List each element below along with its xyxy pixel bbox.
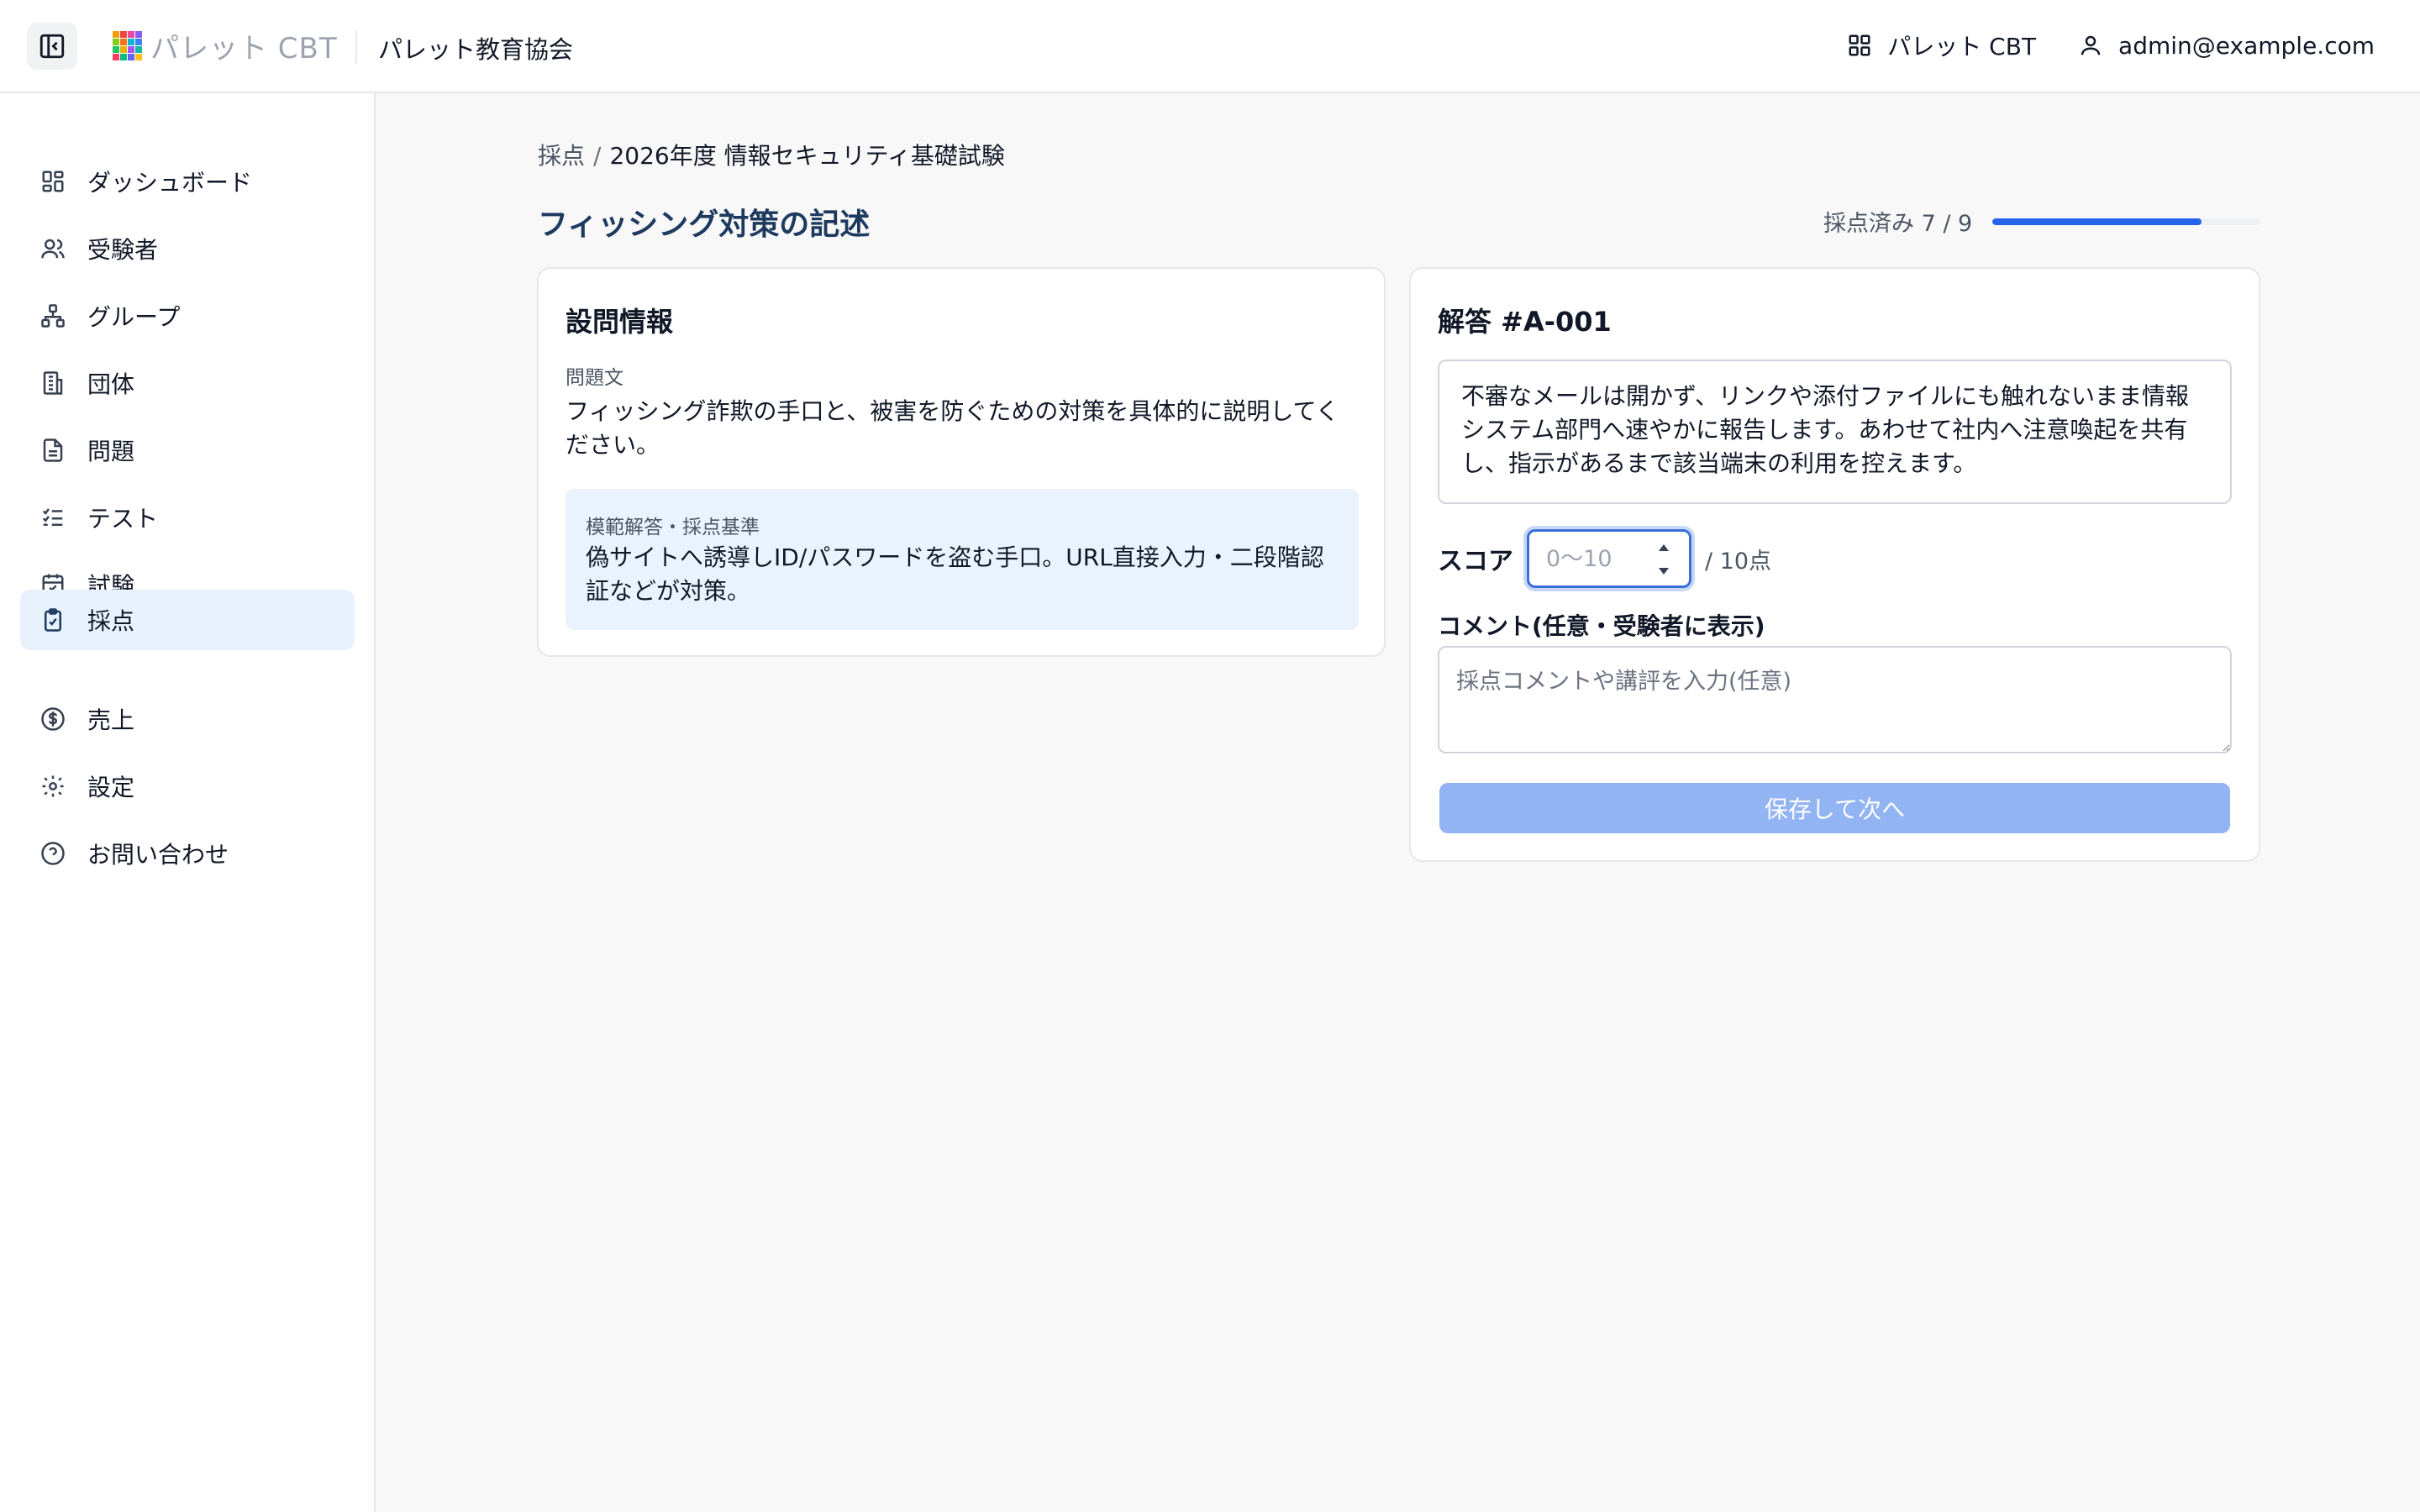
progress-bar-fill — [1992, 218, 2202, 225]
stepper-down-icon[interactable] — [1658, 567, 1670, 575]
document-icon — [43, 438, 63, 462]
sidebar-item-groups[interactable]: グループ — [20, 286, 355, 346]
app-switcher-label: パレット CBT — [1887, 33, 2037, 60]
users-icon — [41, 239, 65, 259]
answer-card-title: 解答 #A-001 — [1438, 306, 1612, 338]
breadcrumb-separator: / — [593, 142, 602, 170]
save-and-next-button[interactable]: 保存して次へ — [1439, 783, 2230, 833]
sidebar-item-label: 売上 — [87, 706, 135, 734]
question-info-card: 設問情報 問題文 フィッシング詐欺の手口と、被害を防ぐための対策を具体的に説明し… — [537, 267, 1386, 657]
score-max-label: / 10点 — [1705, 548, 1772, 575]
progress-label: 採点済み 7 / 9 — [1823, 211, 1973, 237]
score-stepper[interactable] — [1655, 543, 1672, 575]
building-icon — [43, 371, 63, 395]
sidebar-item-questions[interactable]: 問題 — [20, 420, 355, 480]
help-icon — [41, 842, 65, 865]
breadcrumb: 採点 /2026年度 情報セキュリティ基礎試験 — [538, 138, 1005, 171]
user-menu[interactable]: admin@example.com — [2078, 32, 2375, 60]
top-header: パレット CBT パレット教育協会 パレット CBT admin@example… — [0, 0, 2420, 93]
user-icon — [2081, 35, 2101, 55]
palette-logo-icon — [113, 30, 142, 60]
breadcrumb-root-link[interactable]: 採点 — [538, 142, 585, 170]
question-text-label: 問題文 — [566, 367, 623, 389]
breadcrumb-current: 2026年度 情報セキュリティ基礎試験 — [609, 142, 1005, 170]
sidebar-item-grading[interactable]: 採点 — [20, 590, 355, 650]
app-switcher-link[interactable]: パレット CBT — [1847, 29, 2036, 62]
progress-bar — [1992, 218, 2262, 225]
answer-card: 解答 #A-001 不審なメールは開かず、リンクや添付ファイルにも触れないまま情… — [1409, 267, 2260, 862]
question-card-title: 設問情報 — [566, 306, 674, 338]
comment-textarea[interactable] — [1438, 646, 2232, 753]
model-answer-text: 偽サイトへ誘導しID/パスワードを盗む手口。URL直接入力・二段階認証などが対策… — [586, 543, 1324, 605]
sidebar-item-examinees[interactable]: 受験者 — [20, 218, 355, 279]
sidebar-item-label: お問い合わせ — [87, 841, 229, 869]
score-label: スコア — [1438, 547, 1513, 576]
sidebar-item-organizations[interactable]: 団体 — [20, 353, 355, 413]
answer-text: 不審なメールは開かず、リンクや添付ファイルにも触れないまま情報システム部門へ速や… — [1438, 360, 2232, 504]
comment-label: コメント(任意・受験者に表示) — [1438, 612, 1765, 640]
grid-icon — [1849, 34, 1870, 56]
model-answer-label: 模範解答・採点基準 — [586, 517, 760, 538]
sidebar-toggle-button[interactable] — [27, 23, 77, 70]
sidebar-item-label: 採点 — [87, 607, 135, 635]
user-email: admin@example.com — [2118, 31, 2375, 60]
app-logo[interactable]: パレット CBT — [113, 29, 338, 66]
grading-progress: 採点済み 7 / 9 — [1823, 205, 2262, 238]
checklist-icon — [42, 508, 63, 526]
page-title: フィッシング対策の記述 — [538, 207, 871, 242]
score-row: スコア / 10点 — [1438, 529, 1771, 588]
sidebar-item-label: 問題 — [87, 438, 135, 465]
sidebar-item-contact[interactable]: お問い合わせ — [20, 823, 355, 884]
question-text: フィッシング詐欺の手口と、被害を防ぐための対策を具体的に説明してください。 — [566, 397, 1339, 459]
dashboard-icon — [42, 171, 64, 192]
sidebar-nav: ダッシュボード 受験者 グループ 団体 問題 テスト 試験 採点 売上 設定 お… — [0, 93, 376, 1512]
sidebar-item-label: 団体 — [87, 370, 135, 398]
logo-text: パレット CBT — [150, 31, 338, 66]
dollar-icon — [41, 707, 65, 731]
clipboard-check-icon — [45, 608, 61, 632]
model-answer-box: 模範解答・採点基準 偽サイトへ誘導しID/パスワードを盗む手口。URL直接入力・… — [566, 489, 1359, 630]
score-input[interactable] — [1546, 545, 1647, 572]
group-icon — [41, 304, 65, 328]
organization-name: パレット教育協会 — [378, 35, 574, 64]
sidebar-collapse-icon — [39, 34, 65, 59]
sidebar-item-label: 受験者 — [87, 236, 159, 264]
stepper-up-icon[interactable] — [1658, 543, 1670, 552]
gear-icon — [42, 775, 64, 797]
sidebar-item-label: グループ — [87, 303, 181, 331]
sidebar-item-sales[interactable]: 売上 — [20, 689, 355, 749]
sidebar-item-label: ダッシュボード — [87, 169, 253, 197]
sidebar-item-label: 設定 — [87, 774, 135, 801]
score-input-wrapper — [1527, 529, 1691, 588]
sidebar-item-dashboard[interactable]: ダッシュボード — [20, 151, 355, 212]
sidebar-item-settings[interactable]: 設定 — [20, 756, 355, 816]
sidebar-item-tests[interactable]: テスト — [20, 487, 355, 548]
header-divider — [355, 30, 357, 64]
sidebar-item-label: テスト — [87, 505, 159, 533]
